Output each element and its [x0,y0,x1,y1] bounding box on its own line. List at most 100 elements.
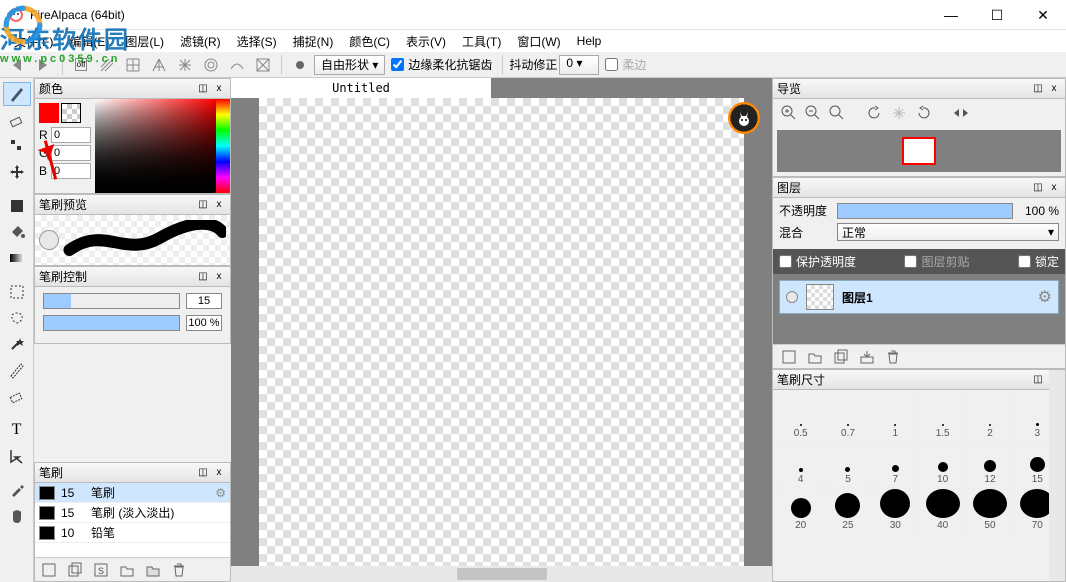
dock-icon[interactable]: ◫ [196,198,210,212]
duplicate-layer-icon[interactable] [833,349,849,365]
brush-list-item[interactable]: 10铅笔 [35,523,230,543]
hand-tool-icon[interactable] [3,504,31,528]
snap-circle-icon[interactable] [199,53,223,77]
brush-size-slider[interactable] [43,293,180,309]
document-tab[interactable]: Untitled [231,78,491,98]
brush-tool-icon[interactable] [3,82,31,106]
menu-item[interactable]: Help [569,32,610,50]
close-button[interactable]: ✕ [1020,0,1066,30]
brush-size-cell[interactable]: 12 [966,442,1013,488]
rotate-right-icon[interactable] [915,105,931,124]
gear-icon[interactable]: ⚙ [1038,287,1052,307]
menu-item[interactable]: 窗口(W) [509,31,568,52]
color-g-input[interactable] [51,145,91,161]
zoom-in-icon[interactable] [781,105,797,124]
shape-mode-select[interactable]: 自由形状 ▾ [314,55,385,75]
magic-wand-tool-icon[interactable] [3,332,31,356]
menu-item[interactable]: 表示(V) [398,31,454,52]
menu-item[interactable]: 选择(S) [229,31,285,52]
gradient-tool-icon[interactable] [3,246,31,270]
brush-size-cell[interactable]: 1.5 [919,396,966,442]
new-layer-icon[interactable] [781,349,797,365]
color-field[interactable] [95,99,216,193]
minimize-button[interactable]: — [928,0,974,30]
bucket-tool-icon[interactable] [3,220,31,244]
maximize-button[interactable]: ☐ [974,0,1020,30]
select-rect-tool-icon[interactable] [3,280,31,304]
brush-opacity-slider[interactable] [43,315,180,331]
brush-size-cell[interactable]: 2 [966,396,1013,442]
dock-icon[interactable]: ◫ [196,466,210,480]
brush-size-scrollbar[interactable] [1049,370,1065,581]
delete-layer-icon[interactable] [885,349,901,365]
horizontal-scrollbar[interactable] [231,566,772,582]
operation-tool-icon[interactable] [3,444,31,468]
menu-item[interactable]: 滤镜(R) [172,31,229,52]
color-b-input[interactable] [51,163,91,179]
select-eraser-tool-icon[interactable] [3,384,31,408]
stabilizer-select[interactable]: 0 ▾ [559,55,599,75]
protect-alpha-checkbox[interactable]: 保护透明度 [779,253,856,270]
layer-visible-icon[interactable] [786,291,798,303]
dock-icon[interactable]: ◫ [196,82,210,96]
menu-item[interactable]: 捕捉(N) [285,31,342,52]
menu-item[interactable]: 文件(F) [6,31,61,52]
layer-item[interactable]: 图层1⚙ [779,280,1059,314]
brush-size-cell[interactable]: 20 [777,488,824,534]
close-icon[interactable]: x [212,82,226,96]
close-icon[interactable]: x [1047,181,1061,195]
snap-perspective-icon[interactable] [147,53,171,77]
merge-layer-icon[interactable] [859,349,875,365]
brush-size-cell[interactable]: 0.7 [824,396,871,442]
dock-icon[interactable]: ◫ [1031,181,1045,195]
new-folder-icon[interactable] [807,349,823,365]
brush-opacity-value[interactable]: 100 % [186,315,222,331]
menu-item[interactable]: 工具(T) [454,31,509,52]
brush-size-cell[interactable]: 7 [872,442,919,488]
brush-script-icon[interactable]: s [93,562,109,578]
nav-back-icon[interactable] [6,53,30,77]
fill-tool-icon[interactable] [3,194,31,218]
zoom-out-icon[interactable] [805,105,821,124]
snap-curve-icon[interactable] [225,53,249,77]
brush-size-cell[interactable]: 30 [872,488,919,534]
select-pen-tool-icon[interactable] [3,358,31,382]
dock-icon[interactable]: ◫ [1031,373,1045,387]
shape-dot-icon[interactable] [288,53,312,77]
rotate-left-icon[interactable] [867,105,883,124]
antialias-checkbox[interactable]: 边缘柔化抗锯齿 [391,56,492,73]
close-icon[interactable]: x [212,270,226,284]
brush-folder2-icon[interactable] [145,562,161,578]
lock-checkbox[interactable]: 锁定 [1018,253,1059,270]
eraser-tool-icon[interactable] [3,108,31,132]
snap-vanish-icon[interactable] [251,53,275,77]
delete-brush-icon[interactable] [171,562,187,578]
brush-size-value[interactable]: 15 [186,293,222,309]
zoom-fit-icon[interactable] [829,105,845,124]
close-icon[interactable]: x [1047,82,1061,96]
menu-item[interactable]: 图层(L) [117,31,172,52]
dock-icon[interactable]: ◫ [1031,82,1045,96]
rotate-reset-icon[interactable] [891,105,907,124]
brush-size-cell[interactable]: 50 [966,488,1013,534]
flip-icon[interactable] [953,106,971,123]
brush-list-item[interactable]: 15笔刷⚙ [35,483,230,503]
text-tool-icon[interactable]: T [3,418,31,442]
brush-folder-icon[interactable] [119,562,135,578]
menu-item[interactable]: 颜色(C) [341,31,398,52]
brush-list-item[interactable]: 15笔刷 (淡入淡出) [35,503,230,523]
menu-item[interactable]: 编辑(E) [61,31,117,52]
layer-blend-select[interactable]: 正常▾ [837,223,1059,241]
eyedropper-tool-icon[interactable] [3,478,31,502]
gear-icon[interactable]: ⚙ [215,486,226,500]
nav-fwd-icon[interactable] [32,53,56,77]
canvas[interactable] [259,98,744,566]
brush-size-cell[interactable]: 1 [872,396,919,442]
add-brush-icon[interactable] [41,562,57,578]
brush-size-cell[interactable]: 10 [919,442,966,488]
brush-size-cell[interactable]: 0.5 [777,396,824,442]
dot-tool-icon[interactable] [3,134,31,158]
snap-off-icon[interactable]: off [69,53,93,77]
brush-size-cell[interactable]: 5 [824,442,871,488]
clipping-checkbox[interactable]: 图层剪贴 [904,253,969,270]
